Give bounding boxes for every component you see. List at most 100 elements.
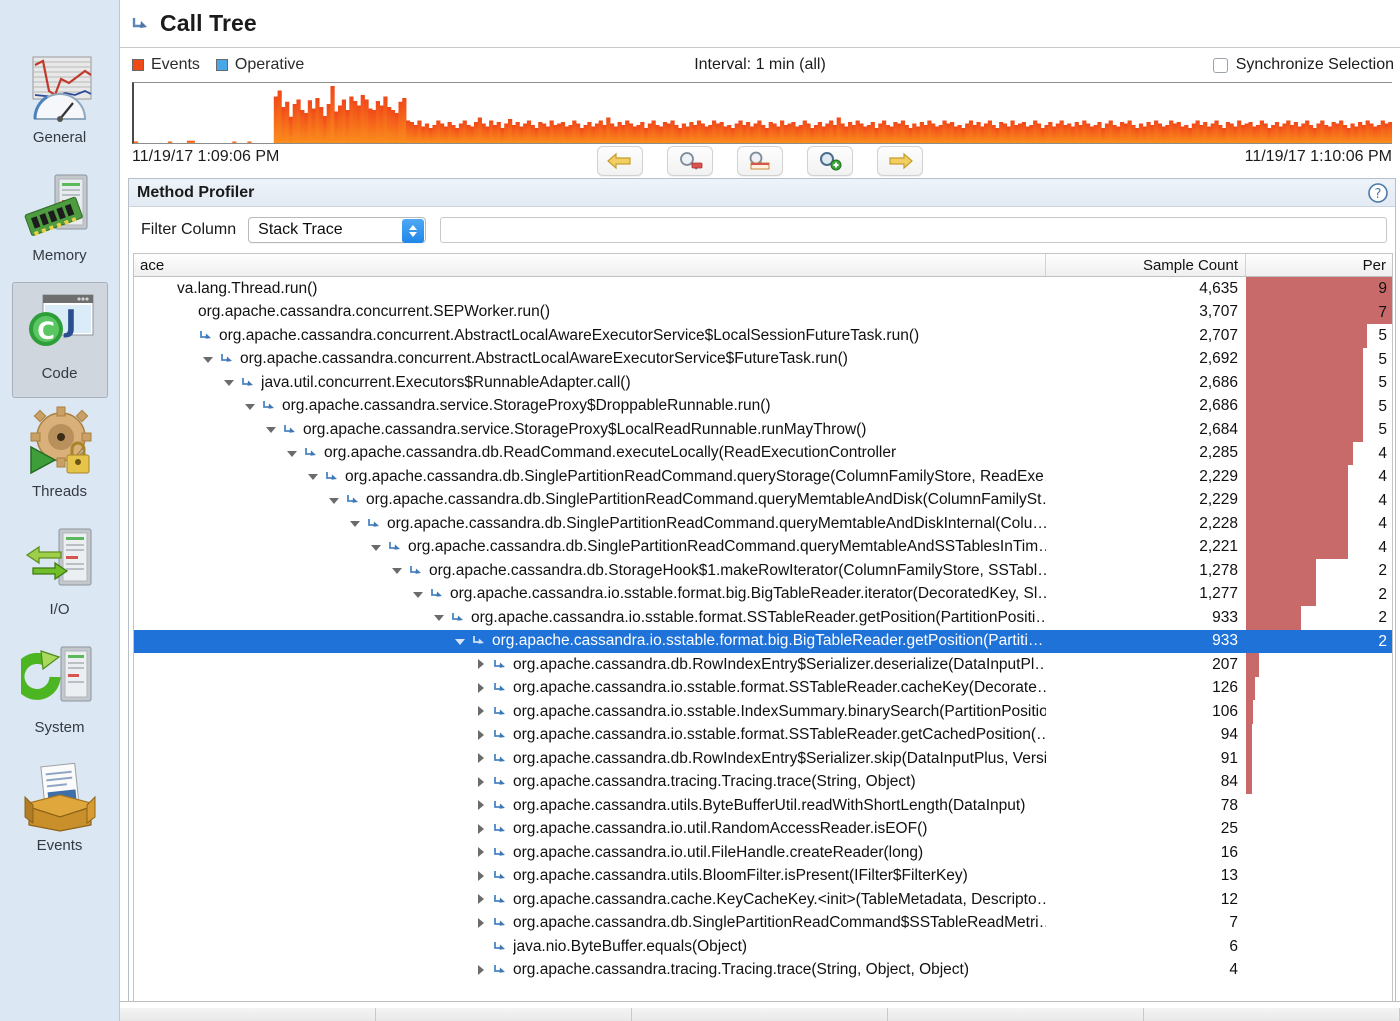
- table-row[interactable]: java.nio.ByteBuffer.equals(Object) 6: [134, 935, 1392, 959]
- table-row[interactable]: org.apache.cassandra.concurrent.Abstract…: [134, 324, 1392, 348]
- stack-trace-label: va.lang.Thread.run(): [177, 279, 318, 297]
- chevron-right-icon[interactable]: [474, 681, 489, 696]
- sidebar-item-general[interactable]: General: [12, 46, 108, 162]
- twisty-placeholder: [159, 305, 174, 320]
- sidebar-item-io[interactable]: I/O: [12, 518, 108, 634]
- table-row[interactable]: org.apache.cassandra.io.util.FileHandle.…: [134, 841, 1392, 865]
- icon-placeholder: [156, 282, 172, 296]
- table-row[interactable]: org.apache.cassandra.db.SinglePartitionR…: [134, 465, 1392, 489]
- cell-percent: 9: [1246, 277, 1392, 301]
- table-row[interactable]: org.apache.cassandra.utils.ByteBufferUti…: [134, 794, 1392, 818]
- percent-bar: [1246, 371, 1363, 395]
- cell-sample-count: 207: [1212, 655, 1238, 673]
- events-box-icon: [21, 759, 99, 835]
- events-timeline-graph[interactable]: [132, 82, 1392, 144]
- chevron-right-icon[interactable]: [474, 798, 489, 813]
- table-row[interactable]: org.apache.cassandra.db.SinglePartitionR…: [134, 912, 1392, 936]
- table-row[interactable]: org.apache.cassandra.db.SinglePartitionR…: [134, 512, 1392, 536]
- chevron-down-icon[interactable]: [306, 469, 321, 484]
- sidebar-item-threads[interactable]: Threads: [12, 400, 108, 516]
- chevron-right-icon[interactable]: [474, 657, 489, 672]
- chevron-down-icon[interactable]: [222, 375, 237, 390]
- chevron-right-icon[interactable]: [474, 775, 489, 790]
- table-row[interactable]: org.apache.cassandra.io.util.RandomAcces…: [134, 818, 1392, 842]
- chevron-right-icon[interactable]: [474, 751, 489, 766]
- chevron-down-icon[interactable]: [369, 540, 384, 555]
- chevron-down-icon[interactable]: [285, 446, 300, 461]
- percent-label: 5: [1378, 421, 1387, 438]
- chevron-right-icon[interactable]: [474, 869, 489, 884]
- table-row[interactable]: org.apache.cassandra.db.RowIndexEntry$Se…: [134, 653, 1392, 677]
- sidebar-item-code[interactable]: J C Code: [11, 282, 108, 398]
- table-row[interactable]: java.util.concurrent.Executors$RunnableA…: [134, 371, 1392, 395]
- zoom-reset-button[interactable]: [737, 146, 783, 176]
- chevron-down-icon[interactable]: [264, 422, 279, 437]
- sidebar-item-events[interactable]: Events: [12, 754, 108, 870]
- table-row[interactable]: org.apache.cassandra.io.sstable.format.S…: [134, 606, 1392, 630]
- chevron-right-icon[interactable]: [474, 822, 489, 837]
- method-arrow-icon: [471, 634, 487, 648]
- chevron-down-icon[interactable]: [453, 634, 468, 649]
- table-row[interactable]: va.lang.Thread.run() 4,635 9: [134, 277, 1392, 301]
- method-arrow-icon: [492, 916, 508, 930]
- chevron-right-icon[interactable]: [474, 845, 489, 860]
- chevron-down-icon[interactable]: [411, 587, 426, 602]
- table-row[interactable]: org.apache.cassandra.io.sstable.format.S…: [134, 676, 1392, 700]
- table-row[interactable]: org.apache.cassandra.db.ReadCommand.exec…: [134, 441, 1392, 465]
- table-row[interactable]: org.apache.cassandra.concurrent.Abstract…: [134, 347, 1392, 371]
- sidebar-item-memory[interactable]: Memory: [12, 164, 108, 280]
- chevron-right-icon[interactable]: [474, 728, 489, 743]
- table-row[interactable]: org.apache.cassandra.cache.KeyCacheKey.<…: [134, 888, 1392, 912]
- table-row[interactable]: org.apache.cassandra.io.sstable.format.b…: [134, 582, 1392, 606]
- forward-button[interactable]: [877, 146, 923, 176]
- column-header-sample-count[interactable]: Sample Count: [1046, 254, 1246, 276]
- table-row[interactable]: org.apache.cassandra.db.RowIndexEntry$Se…: [134, 747, 1392, 771]
- stack-trace-label: org.apache.cassandra.cache.KeyCacheKey.<…: [513, 890, 1046, 908]
- chevron-right-icon[interactable]: [474, 916, 489, 931]
- chevron-down-icon[interactable]: [432, 610, 447, 625]
- filter-column-select[interactable]: Stack Trace: [248, 217, 427, 243]
- chevron-down-icon[interactable]: [348, 516, 363, 531]
- table-row[interactable]: org.apache.cassandra.io.sstable.format.b…: [134, 629, 1392, 653]
- table-row[interactable]: org.apache.cassandra.db.StorageHook$1.ma…: [134, 559, 1392, 583]
- filter-text-input[interactable]: [440, 217, 1387, 243]
- cell-stack-trace: org.apache.cassandra.io.sstable.format.S…: [134, 679, 1046, 697]
- table-row[interactable]: org.apache.cassandra.io.sstable.IndexSum…: [134, 700, 1392, 724]
- cell-percent: 5: [1246, 324, 1392, 348]
- percent-bar: [1246, 488, 1349, 512]
- chevron-right-icon[interactable]: [474, 704, 489, 719]
- percent-label: 4: [1378, 515, 1387, 532]
- back-button[interactable]: [597, 146, 643, 176]
- table-row[interactable]: org.apache.cassandra.io.sstable.format.S…: [134, 723, 1392, 747]
- synchronize-selection-checkbox[interactable]: [1212, 57, 1228, 73]
- sidebar-item-system[interactable]: System: [12, 636, 108, 752]
- cell-percent: [1246, 888, 1392, 912]
- chevron-right-icon[interactable]: [474, 963, 489, 978]
- zoom-out-button[interactable]: [667, 146, 713, 176]
- cell-sample-count: 126: [1212, 679, 1238, 697]
- table-row[interactable]: org.apache.cassandra.concurrent.SEPWorke…: [134, 300, 1392, 324]
- table-row[interactable]: org.apache.cassandra.service.StorageProx…: [134, 418, 1392, 442]
- chevron-down-icon[interactable]: [390, 563, 405, 578]
- help-question-icon[interactable]: ?: [1367, 182, 1389, 209]
- table-row[interactable]: org.apache.cassandra.tracing.Tracing.tra…: [134, 770, 1392, 794]
- cell-stack-trace: org.apache.cassandra.db.SinglePartitionR…: [134, 914, 1046, 932]
- table-row[interactable]: org.apache.cassandra.tracing.Tracing.tra…: [134, 959, 1392, 983]
- table-row[interactable]: org.apache.cassandra.db.SinglePartitionR…: [134, 535, 1392, 559]
- chevron-down-icon[interactable]: [243, 399, 258, 414]
- synchronize-selection-control[interactable]: Synchronize Selection: [1212, 56, 1394, 74]
- chevron-down-icon[interactable]: [201, 352, 216, 367]
- column-header-stack-trace[interactable]: ace: [134, 254, 1046, 276]
- cell-percent: 5: [1246, 347, 1392, 371]
- table-row[interactable]: org.apache.cassandra.db.SinglePartitionR…: [134, 488, 1392, 512]
- zoom-in-button[interactable]: [807, 146, 853, 176]
- table-row[interactable]: org.apache.cassandra.utils.BloomFilter.i…: [134, 865, 1392, 889]
- timeline-end-label: 11/19/17 1:10:06 PM: [1244, 148, 1392, 165]
- chevron-down-icon[interactable]: [327, 493, 342, 508]
- method-arrow-icon: [492, 869, 508, 883]
- cell-percent: [1246, 818, 1392, 842]
- cell-stack-trace: java.nio.ByteBuffer.equals(Object): [134, 938, 1046, 956]
- chevron-right-icon[interactable]: [474, 892, 489, 907]
- table-row[interactable]: org.apache.cassandra.service.StorageProx…: [134, 394, 1392, 418]
- column-header-percent[interactable]: Per: [1246, 254, 1392, 276]
